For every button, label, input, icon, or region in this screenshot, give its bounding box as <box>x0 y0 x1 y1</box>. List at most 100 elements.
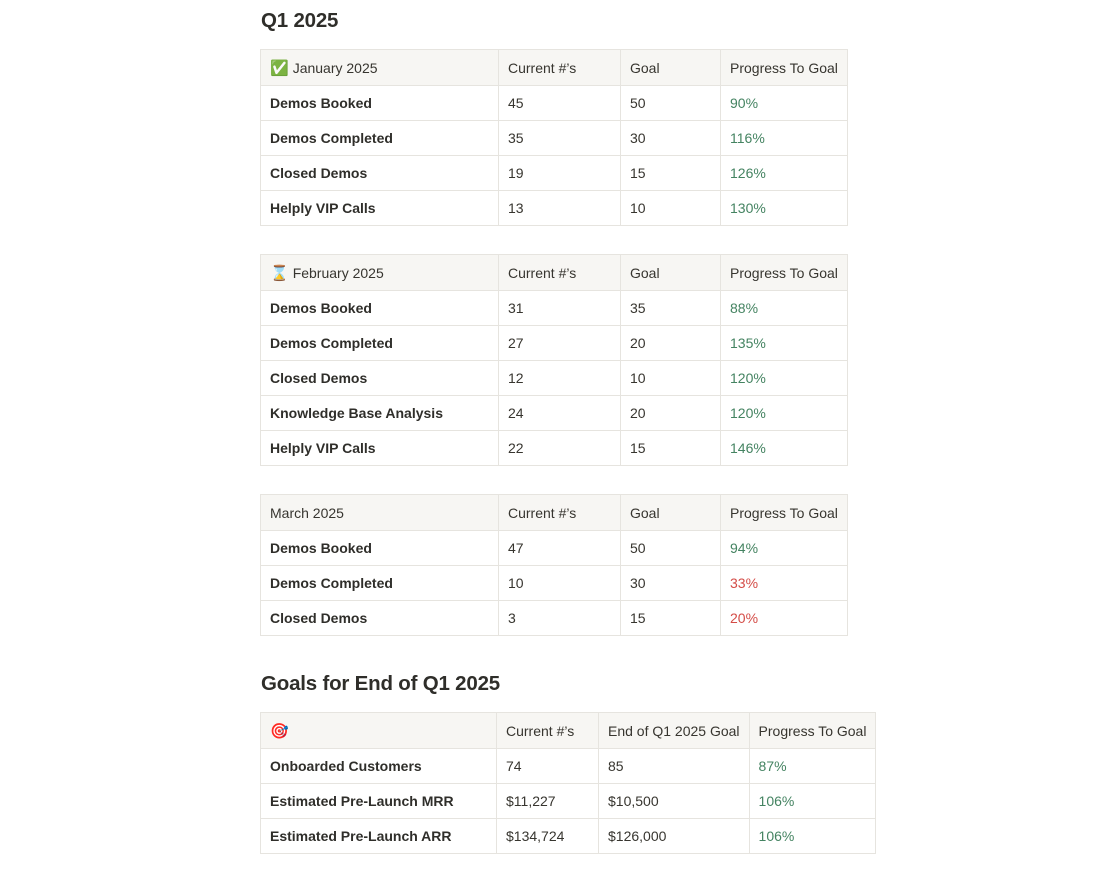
table-header-row: March 2025 Current #’s Goal Progress To … <box>260 494 848 531</box>
current-value[interactable]: 10 <box>498 565 621 601</box>
table-row: Helply VIP Calls 13 10 130% <box>260 190 848 226</box>
goal-value[interactable]: 20 <box>620 325 721 361</box>
current-value[interactable]: 27 <box>498 325 621 361</box>
metric-name[interactable]: Demos Booked <box>260 85 499 121</box>
goal-value[interactable]: 10 <box>620 190 721 226</box>
table-row: Closed Demos 3 15 20% <box>260 600 848 636</box>
current-value[interactable]: 45 <box>498 85 621 121</box>
goal-value[interactable]: $10,500 <box>598 783 750 819</box>
table-row: Demos Completed 10 30 33% <box>260 565 848 601</box>
metric-name[interactable]: Onboarded Customers <box>260 748 497 784</box>
current-header[interactable]: Current #’s <box>498 254 621 291</box>
march-table: March 2025 Current #’s Goal Progress To … <box>260 494 848 636</box>
hourglass-icon: ⌛ <box>270 264 289 282</box>
progress-value[interactable]: 106% <box>748 818 877 854</box>
progress-header[interactable]: Progress To Goal <box>720 494 848 531</box>
goal-header[interactable]: Goal <box>620 494 721 531</box>
current-value[interactable]: 24 <box>498 395 621 431</box>
table-row: Closed Demos 19 15 126% <box>260 155 848 191</box>
current-value[interactable]: 12 <box>498 360 621 396</box>
progress-value[interactable]: 90% <box>720 85 848 121</box>
progress-value[interactable]: 120% <box>720 360 848 396</box>
table-row: Demos Completed 35 30 116% <box>260 120 848 156</box>
current-value[interactable]: $134,724 <box>496 818 599 854</box>
metric-name[interactable]: Knowledge Base Analysis <box>260 395 499 431</box>
current-value[interactable]: $11,227 <box>496 783 599 819</box>
current-value[interactable]: 31 <box>498 290 621 326</box>
goal-value[interactable]: 30 <box>620 565 721 601</box>
progress-header[interactable]: Progress To Goal <box>720 49 848 86</box>
progress-value[interactable]: 116% <box>720 120 848 156</box>
month-header[interactable]: March 2025 <box>260 494 499 531</box>
progress-value[interactable]: 87% <box>748 748 877 784</box>
metric-name[interactable]: Demos Completed <box>260 120 499 156</box>
table-row: Demos Booked 47 50 94% <box>260 530 848 566</box>
progress-header[interactable]: Progress To Goal <box>720 254 848 291</box>
progress-header[interactable]: Progress To Goal <box>748 712 877 749</box>
goal-header[interactable]: End of Q1 2025 Goal <box>598 712 750 749</box>
current-value[interactable]: 35 <box>498 120 621 156</box>
goal-value[interactable]: 10 <box>620 360 721 396</box>
progress-value[interactable]: 135% <box>720 325 848 361</box>
metric-name[interactable]: Closed Demos <box>260 155 499 191</box>
table-header-row: 🎯 Current #’s End of Q1 2025 Goal Progre… <box>260 712 877 749</box>
goal-value[interactable]: 85 <box>598 748 750 784</box>
goal-value[interactable]: 30 <box>620 120 721 156</box>
current-header[interactable]: Current #’s <box>498 494 621 531</box>
table-row: Knowledge Base Analysis 24 20 120% <box>260 395 848 431</box>
metric-name[interactable]: Closed Demos <box>260 600 499 636</box>
current-header[interactable]: Current #’s <box>496 712 599 749</box>
goal-value[interactable]: 15 <box>620 600 721 636</box>
table-header-row: ✅ January 2025 Current #’s Goal Progress … <box>260 49 848 86</box>
progress-value[interactable]: 120% <box>720 395 848 431</box>
progress-value[interactable]: 20% <box>720 600 848 636</box>
current-value[interactable]: 47 <box>498 530 621 566</box>
progress-value[interactable]: 106% <box>748 783 877 819</box>
goals-table: 🎯 Current #’s End of Q1 2025 Goal Progre… <box>260 712 877 854</box>
table-row: Demos Completed 27 20 135% <box>260 325 848 361</box>
goal-value[interactable]: 50 <box>620 530 721 566</box>
table-header-row: ⌛ February 2025 Current #’s Goal Progress… <box>260 254 848 291</box>
progress-value[interactable]: 94% <box>720 530 848 566</box>
metric-name[interactable]: Demos Booked <box>260 530 499 566</box>
progress-value[interactable]: 130% <box>720 190 848 226</box>
metric-name[interactable]: Demos Completed <box>260 565 499 601</box>
goal-value[interactable]: $126,000 <box>598 818 750 854</box>
goal-value[interactable]: 15 <box>620 155 721 191</box>
table-row: Demos Booked 45 50 90% <box>260 85 848 121</box>
metric-name[interactable]: Helply VIP Calls <box>260 430 499 466</box>
goal-header[interactable]: Goal <box>620 254 721 291</box>
month-header[interactable]: ⌛ February 2025 <box>260 254 499 291</box>
metric-name[interactable]: Demos Completed <box>260 325 499 361</box>
goal-value[interactable]: 20 <box>620 395 721 431</box>
current-value[interactable]: 3 <box>498 600 621 636</box>
progress-value[interactable]: 88% <box>720 290 848 326</box>
month-header[interactable]: ✅ January 2025 <box>260 49 499 86</box>
table-row: Helply VIP Calls 22 15 146% <box>260 430 848 466</box>
goal-value[interactable]: 15 <box>620 430 721 466</box>
metric-name[interactable]: Estimated Pre-Launch MRR <box>260 783 497 819</box>
metric-name[interactable]: Closed Demos <box>260 360 499 396</box>
current-value[interactable]: 74 <box>496 748 599 784</box>
metric-name[interactable]: Estimated Pre-Launch ARR <box>260 818 497 854</box>
progress-value[interactable]: 126% <box>720 155 848 191</box>
progress-value[interactable]: 146% <box>720 430 848 466</box>
target-header[interactable]: 🎯 <box>260 712 497 749</box>
metric-name[interactable]: Demos Booked <box>260 290 499 326</box>
goal-value[interactable]: 35 <box>620 290 721 326</box>
check-mark-icon: ✅ <box>270 59 289 77</box>
section-title: Goals for End of Q1 2025 <box>261 672 500 695</box>
current-value[interactable]: 13 <box>498 190 621 226</box>
table-row: Closed Demos 12 10 120% <box>260 360 848 396</box>
february-table: ⌛ February 2025 Current #’s Goal Progress… <box>260 254 848 466</box>
goal-value[interactable]: 50 <box>620 85 721 121</box>
current-value[interactable]: 19 <box>498 155 621 191</box>
current-value[interactable]: 22 <box>498 430 621 466</box>
metric-name[interactable]: Helply VIP Calls <box>260 190 499 226</box>
page-title: Q1 2025 <box>261 9 339 32</box>
goal-header[interactable]: Goal <box>620 49 721 86</box>
progress-value[interactable]: 33% <box>720 565 848 601</box>
current-header[interactable]: Current #’s <box>498 49 621 86</box>
table-row: Demos Booked 31 35 88% <box>260 290 848 326</box>
table-row: Onboarded Customers 74 85 87% <box>260 748 877 784</box>
